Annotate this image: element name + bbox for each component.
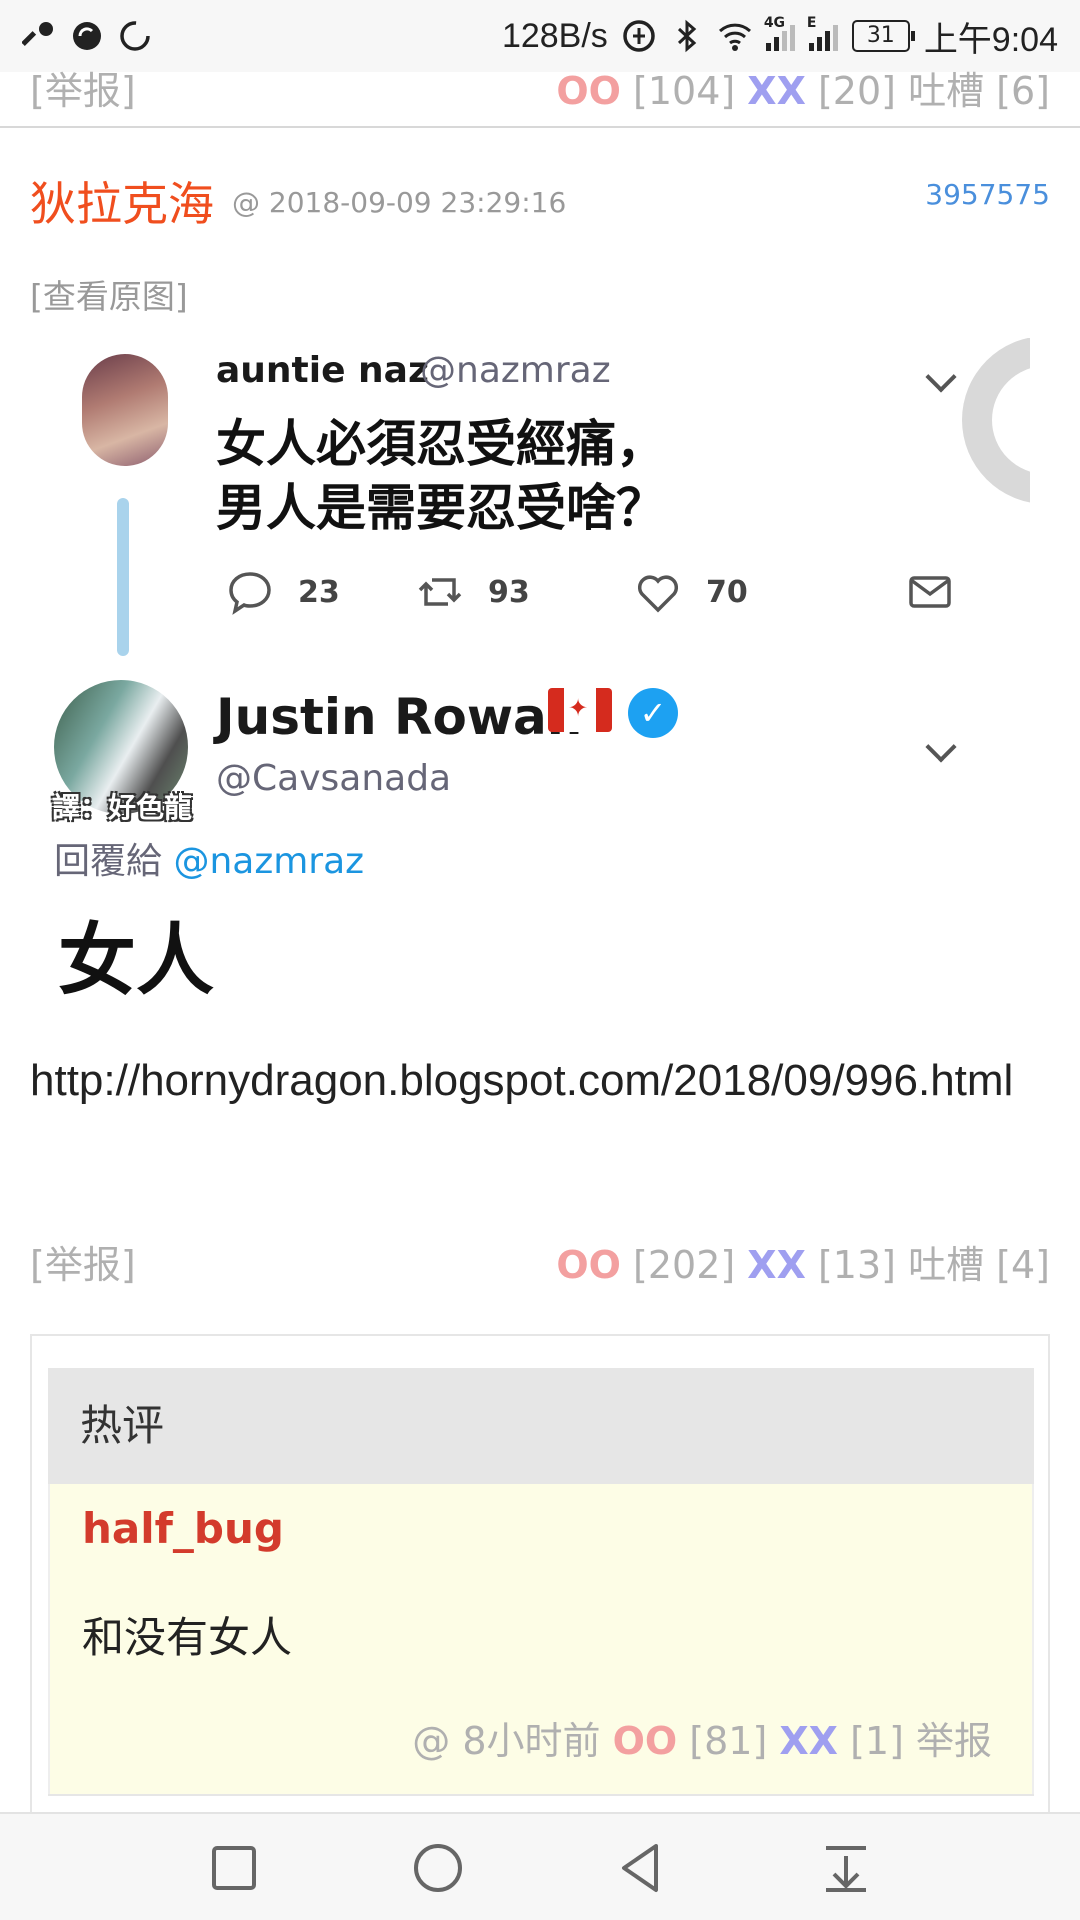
signal-2-tag: E: [806, 15, 817, 31]
tucao-link[interactable]: 吐槽 [4]: [908, 1243, 1050, 1287]
report-link[interactable]: [举报]: [30, 60, 136, 115]
back-button[interactable]: [610, 1836, 674, 1900]
hot-comment-text: 和没有女人: [82, 1613, 293, 1662]
recent-apps-icon: [212, 1846, 256, 1890]
tweet1-text: 女人必須忍受經痛， 男人是需要忍受啥？: [216, 412, 666, 540]
oo-button[interactable]: OO: [613, 1719, 678, 1763]
heart-icon: [637, 575, 679, 613]
hot-comments-header: 热评: [48, 1368, 1034, 1484]
data-saver-icon: [623, 20, 655, 52]
system-nav-bar: [0, 1812, 1080, 1920]
back-icon: [622, 1844, 658, 1892]
status-left-icons: [22, 19, 152, 53]
bluetooth-icon: [677, 19, 697, 53]
xx-button[interactable]: XX: [779, 1719, 838, 1763]
notification-pulldown-icon: [826, 1846, 866, 1892]
key-icon: [22, 22, 53, 46]
oo-count: [81]: [677, 1719, 780, 1763]
tweet1-name: auntie naz: [216, 350, 429, 391]
mail-icon: [909, 576, 951, 608]
vote-bar: OO [104] XX [20] 吐槽 [6]: [556, 60, 1050, 115]
hot-comment-time: @ 8小时前: [412, 1719, 613, 1763]
hot-comments-box: 热评 half_bug 和没有女人 @ 8小时前 OO [81] XX [1] …: [30, 1334, 1050, 1854]
xx-button[interactable]: XX: [747, 69, 806, 113]
hot-comment-meta: @ 8小时前 OO [81] XX [1] 举报: [412, 1710, 992, 1765]
cell-signal-2-icon: E: [807, 15, 838, 51]
report-link[interactable]: 举报: [916, 1719, 992, 1763]
hot-comment-item: half_bug 和没有女人 @ 8小时前 OO [81] XX [1] 举报: [48, 1484, 1034, 1794]
oo-count: [104]: [620, 69, 748, 113]
hot-comment-user[interactable]: half_bug: [82, 1504, 284, 1553]
view-original-link[interactable]: [查看原图]: [30, 270, 188, 318]
oo-count: [202]: [620, 1243, 748, 1287]
battery-icon: 31: [851, 20, 915, 52]
home-icon: [414, 1844, 462, 1892]
recent-apps-button[interactable]: [202, 1836, 266, 1900]
reply-icon: [229, 572, 271, 615]
notification-pulldown-button[interactable]: [814, 1836, 878, 1900]
translator-watermark: 譯：好色龍: [52, 791, 193, 824]
net-speed: 128B/s: [501, 16, 608, 55]
xx-count: [13]: [805, 1243, 909, 1287]
oo-button[interactable]: OO: [556, 69, 621, 113]
reply-action: 23: [226, 568, 340, 616]
vote-bar: OO [202] XX [13] 吐槽 [4]: [556, 1234, 1050, 1289]
tweet2-text: 女人: [58, 916, 215, 998]
retweet-count: 93: [488, 574, 530, 610]
post-footer: [举报] OO [202] XX [13] 吐槽 [4]: [0, 1234, 1080, 1294]
status-right-icons: 128B/s 4G E 31 上午9:04: [502, 12, 1058, 61]
signal-1-tag: 4G: [763, 15, 786, 31]
xx-count: [20]: [805, 69, 909, 113]
tweet1-actions: 23 93 70: [226, 568, 986, 628]
reply-to-line: 回覆給 @nazmraz: [54, 832, 364, 884]
verified-badge-icon: ✓: [628, 688, 678, 738]
prev-comment-footer: [举报] OO [104] XX [20] 吐槽 [6]: [0, 58, 1080, 128]
retweet-icon: [418, 578, 462, 606]
cell-signal-1-icon: 4G: [764, 15, 795, 51]
tucao-link[interactable]: 吐槽 [6]: [908, 69, 1050, 113]
like-count: 70: [706, 574, 748, 610]
canada-flag-icon: [548, 688, 612, 732]
thread-line: [117, 498, 129, 656]
retweet-action: 93: [416, 568, 530, 616]
post-author[interactable]: 狄拉克海: [30, 168, 214, 234]
reply-count: 23: [298, 574, 340, 610]
xx-button[interactable]: XX: [747, 1243, 806, 1287]
tweet1-line-1: 女人必須忍受經痛，: [216, 415, 666, 473]
post-image[interactable]: auntie naz @nazmraz 女人必須忍受經痛， 男人是需要忍受啥？ …: [30, 338, 1030, 998]
report-link[interactable]: [举报]: [30, 1234, 136, 1289]
home-button[interactable]: [406, 1836, 470, 1900]
loading-icon: [120, 21, 150, 51]
chevron-down-icon: [925, 731, 957, 763]
divider: [48, 1794, 1034, 1796]
reply-prefix: 回覆給: [54, 841, 174, 882]
chevron-down-icon: [925, 361, 957, 393]
wifi-icon: [718, 23, 751, 51]
like-action: 70: [634, 568, 748, 616]
post-time: @ 2018-09-09 23:29:16: [232, 186, 567, 219]
sync-icon: [73, 22, 101, 50]
post-id-link[interactable]: 3957575: [925, 178, 1050, 211]
image-loading-spinner-icon: [962, 338, 1030, 504]
oo-button[interactable]: OO: [556, 1243, 621, 1287]
xx-count: [1]: [837, 1719, 916, 1763]
tweet2-handle: @Cavsanada: [216, 758, 452, 799]
reply-handle: @nazmraz: [173, 841, 365, 882]
tweet1-handle: @nazmraz: [420, 350, 611, 391]
avatar: [82, 354, 168, 466]
post-link-text[interactable]: http://hornydragon.blogspot.com/2018/09/…: [30, 1040, 1050, 1122]
tweet2-name: Justin Rowan: [216, 688, 583, 746]
tweet1-line-2: 男人是需要忍受啥？: [216, 479, 666, 537]
clock: 上午9:04: [923, 20, 1058, 59]
message-action: [906, 568, 954, 616]
